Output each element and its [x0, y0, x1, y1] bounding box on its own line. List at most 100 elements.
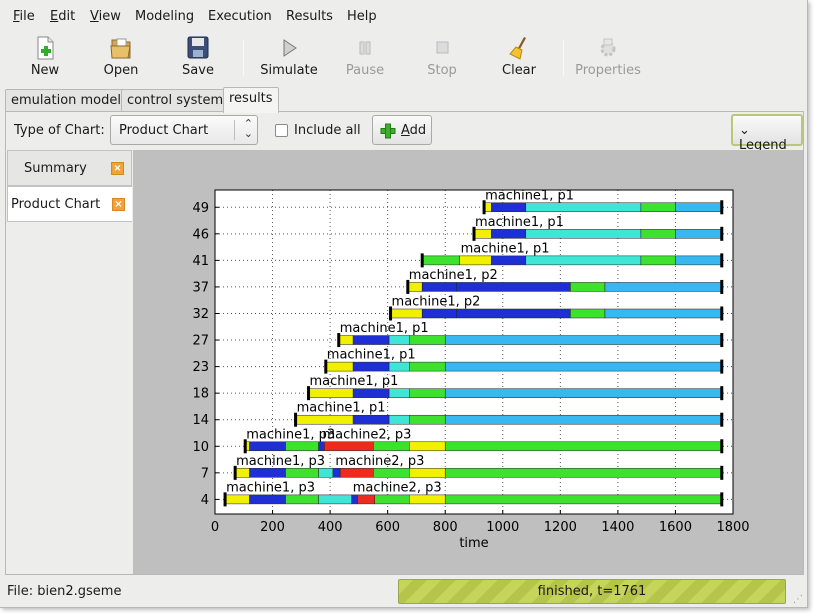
- gantt-segment: [409, 361, 446, 372]
- side-tab-product-chart[interactable]: Product Chart ×: [7, 186, 132, 222]
- x-tick-label: 1400: [601, 520, 634, 535]
- chart-type-label: Type of Chart:: [14, 123, 105, 138]
- gantt-segment: [456, 282, 571, 292]
- end-marker: [720, 253, 724, 268]
- gantt-segment: [570, 308, 606, 319]
- save-disk-icon: [187, 36, 209, 59]
- gantt-segment: [352, 335, 390, 345]
- gantt-segment: [373, 468, 410, 478]
- file-status: File: bien2.gseme: [7, 584, 122, 599]
- open-button[interactable]: Open: [86, 36, 156, 82]
- segment-label: machine1, p1: [297, 401, 386, 416]
- menu-help[interactable]: Help: [347, 9, 377, 24]
- gantt-segment: [491, 202, 527, 213]
- gantt-segment: [444, 468, 723, 478]
- simulate-button[interactable]: Simulate: [253, 36, 325, 82]
- gantt-segment: [444, 494, 723, 505]
- close-icon[interactable]: ×: [112, 198, 125, 211]
- gantt-segment: [318, 468, 334, 478]
- y-tick-label: 23: [192, 360, 209, 375]
- gantt-segment: [421, 308, 457, 319]
- segment-label: machine2, p3: [322, 427, 411, 442]
- add-button[interactable]: Add: [372, 115, 432, 145]
- segment-label: machine1, p3: [226, 480, 315, 495]
- gantt-segment: [491, 229, 527, 239]
- segment-label: machine1, p1: [485, 188, 574, 203]
- gantt-segment: [444, 441, 723, 452]
- chart-area: machine1, p3 machine2, p3 4 machine1, p3 mac…: [133, 150, 803, 574]
- gantt-segment: [421, 255, 460, 266]
- legend-toggle-button[interactable]: ⌄ Legend: [731, 114, 803, 153]
- resize-grip-icon[interactable]: ⋰: [793, 594, 803, 605]
- menu-results[interactable]: Results: [286, 9, 333, 24]
- chart-type-value: Product Chart: [119, 123, 209, 138]
- end-marker: [720, 359, 724, 374]
- y-tick-label: 27: [192, 334, 209, 349]
- gantt-segment: [473, 229, 492, 239]
- x-axis-label: time: [459, 536, 488, 551]
- new-button[interactable]: New: [10, 36, 80, 82]
- gantt-segment: [525, 229, 642, 239]
- end-marker: [720, 439, 724, 454]
- gantt-segment: [409, 468, 446, 478]
- clear-button[interactable]: Clear: [484, 36, 554, 82]
- y-tick-label: 37: [192, 280, 209, 295]
- y-tick-label: 18: [192, 387, 209, 402]
- segment-label: machine1, p2: [392, 294, 481, 309]
- include-all-checkbox[interactable]: [275, 124, 288, 137]
- toolbar: New Open Save Simulate Pause Stop Clear …: [0, 32, 807, 82]
- gantt-segment: [444, 414, 723, 425]
- gantt-segment: [444, 388, 723, 398]
- gantt-segment: [525, 202, 642, 213]
- segment-label: machine1, p1: [340, 321, 429, 336]
- x-tick-label: 800: [433, 520, 458, 535]
- y-tick-label: 46: [192, 227, 209, 242]
- gantt-segment: [373, 441, 410, 452]
- y-tick-label: 14: [192, 413, 209, 428]
- tab-control-system[interactable]: control system: [121, 89, 230, 112]
- menu-view[interactable]: View: [90, 9, 121, 24]
- end-marker: [720, 279, 724, 294]
- menu-edit[interactable]: Edit: [50, 9, 75, 24]
- gantt-segment: [295, 414, 354, 425]
- y-tick-label: 49: [192, 201, 209, 216]
- end-marker: [720, 465, 724, 480]
- combo-divider: [234, 120, 235, 140]
- properties-button[interactable]: Properties: [573, 36, 643, 82]
- segment-label: machine1, p1: [310, 374, 399, 389]
- menu-file[interactable]: File: [13, 9, 35, 24]
- side-tab-summary[interactable]: Summary ×: [7, 150, 132, 186]
- gantt-segment: [421, 282, 457, 292]
- gantt-segment: [352, 388, 390, 398]
- menu-modeling[interactable]: Modeling: [135, 9, 194, 24]
- tab-emulation-model[interactable]: emulation model: [5, 89, 127, 112]
- gantt-segment: [675, 202, 723, 213]
- close-icon[interactable]: ×: [111, 162, 124, 175]
- gear-icon: [600, 38, 616, 57]
- gantt-segment: [352, 361, 390, 372]
- menu-execution[interactable]: Execution: [208, 9, 272, 24]
- gantt-segment: [390, 308, 423, 319]
- pause-button[interactable]: Pause: [330, 36, 400, 82]
- chevron-down-icon: ⌄: [739, 123, 750, 138]
- gantt-segment: [249, 468, 286, 478]
- add-label-rest: dd: [409, 123, 427, 138]
- segment-label: machine1, p1: [327, 348, 416, 363]
- gantt-segment: [285, 494, 319, 505]
- gantt-segment: [285, 441, 319, 452]
- app-window: File Edit View Modeling Execution Result…: [0, 0, 808, 608]
- gantt-segment: [388, 361, 410, 372]
- progress-bar: finished, t=1761: [398, 579, 786, 604]
- gantt-segment: [285, 468, 319, 478]
- gantt-segment: [388, 414, 410, 425]
- tab-results[interactable]: results: [223, 87, 279, 113]
- toolbar-separator: [563, 40, 564, 76]
- add-mnemonic: A: [401, 123, 410, 138]
- save-button[interactable]: Save: [163, 36, 233, 82]
- stop-button[interactable]: Stop: [407, 36, 477, 82]
- chart-type-select[interactable]: Product Chart ⌃ ⌄: [110, 115, 258, 145]
- x-tick-label: 1600: [659, 520, 692, 535]
- gantt-segment: [409, 335, 446, 345]
- gantt-segment: [675, 255, 723, 266]
- progress-text: finished, t=1761: [537, 584, 647, 599]
